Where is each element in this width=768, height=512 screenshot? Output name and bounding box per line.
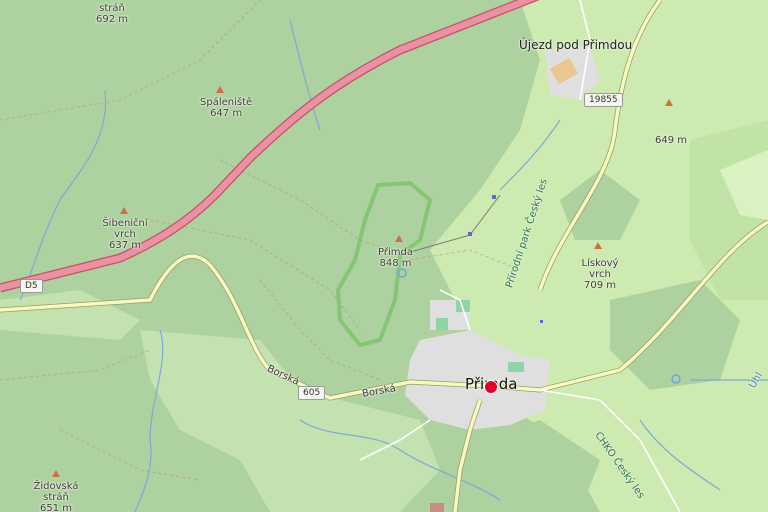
peak-elevation: 647 m (210, 108, 243, 119)
road-shield-605: 605 (298, 386, 326, 400)
peak-label-sibenicni: Šibeniční vrch 637 m (95, 218, 155, 251)
peak-marker (395, 235, 403, 242)
location-marker[interactable] (484, 380, 498, 394)
peak-marker (120, 207, 128, 214)
peak-name: Šibeniční vrch (102, 218, 148, 240)
peak-label-primda: Přimda 848 m (378, 247, 413, 269)
peak-label-liskovy: Lískový vrch 709 m (580, 258, 620, 291)
peak-label-zidovska: Židovská stráň 651 m (28, 481, 84, 512)
peak-elevation: 709 m (583, 280, 616, 291)
peak-name: Židovská stráň (33, 481, 79, 503)
road-shield-19855: 19855 (584, 93, 623, 107)
peak-elevation: 848 m (379, 258, 412, 269)
map-canvas[interactable]: stráň 692 m Spáleniště 647 m Šibeniční v… (0, 0, 768, 512)
peak-elevation: 651 m (39, 503, 72, 512)
peak-elevation: 692 m (96, 14, 129, 25)
peak-name: Lískový vrch (581, 258, 619, 280)
peak-label-east: 649 m (655, 135, 687, 146)
peak-name: Přimda (378, 247, 413, 258)
peak-name: stráň (99, 3, 125, 14)
peak-elevation: 637 m (108, 240, 141, 251)
peak-label-top-left: stráň 692 m (96, 3, 128, 25)
peak-name: Spáleniště (200, 97, 253, 108)
road-shield-d5: D5 (20, 279, 43, 293)
peak-elevation: 649 m (655, 135, 688, 146)
peak-label-spaleniste: Spáleniště 647 m (200, 97, 252, 119)
peak-marker (594, 242, 602, 249)
peak-marker (52, 470, 60, 477)
peak-marker (216, 86, 224, 93)
place-label-ujezd: Újezd pod Přimdou (519, 38, 633, 52)
peak-marker (665, 99, 673, 106)
